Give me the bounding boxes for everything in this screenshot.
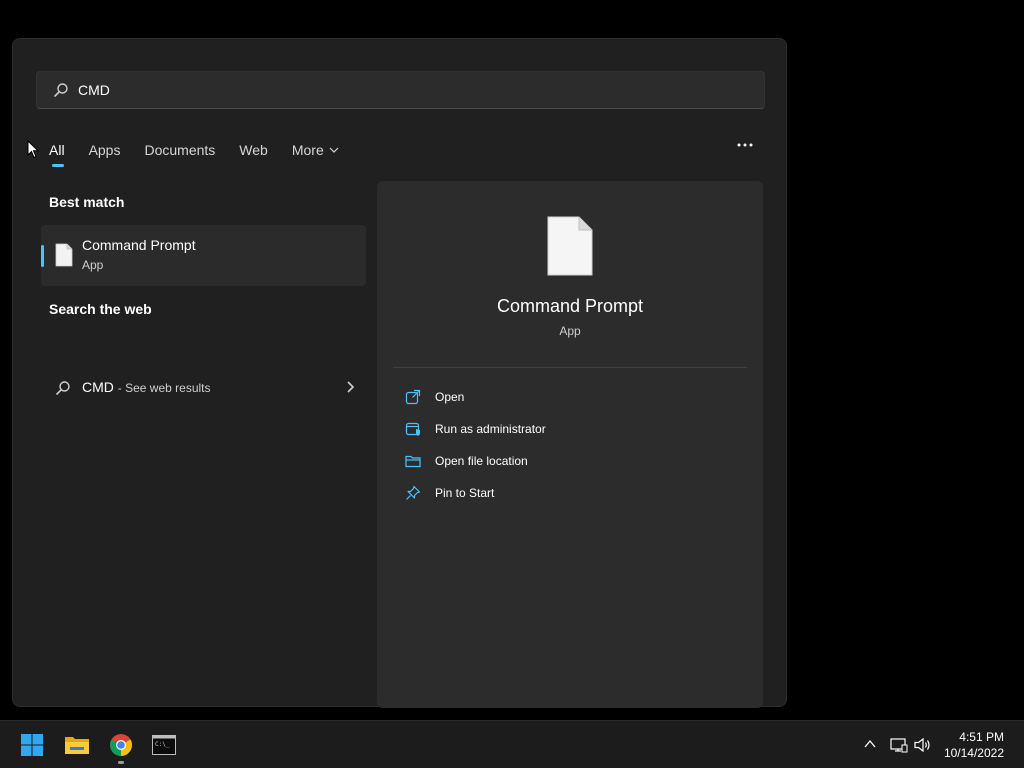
svg-text:C:\_: C:\_	[155, 741, 170, 748]
search-input[interactable]	[78, 82, 678, 98]
clock-time: 4:51 PM	[959, 730, 1004, 744]
search-box[interactable]	[36, 71, 765, 109]
file-icon	[547, 216, 593, 281]
network-icon[interactable]	[890, 737, 908, 753]
more-options-button[interactable]	[733, 135, 757, 155]
clock[interactable]: 4:51 PM 10/14/2022	[944, 729, 1004, 761]
tab-web[interactable]: Web	[239, 135, 268, 165]
file-icon	[55, 243, 73, 272]
action-run-as-administrator[interactable]: Run as administrator	[393, 413, 747, 445]
action-pin-to-start[interactable]: Pin to Start	[393, 477, 747, 509]
search-icon	[55, 380, 71, 396]
tab-all[interactable]: All	[49, 135, 65, 167]
clock-date: 10/14/2022	[943, 746, 1004, 760]
taskbar-file-explorer[interactable]	[61, 729, 93, 761]
detail-app-name: Command Prompt	[496, 296, 644, 316]
tab-apps[interactable]: Apps	[89, 135, 121, 165]
divider	[393, 367, 747, 368]
taskbar-chrome[interactable]	[105, 729, 137, 764]
windows-start-icon	[20, 733, 44, 757]
taskbar-command-prompt[interactable]: C:\_	[148, 729, 180, 761]
pin-icon	[404, 484, 422, 502]
chevron-up-icon[interactable]	[863, 737, 877, 751]
running-indicator	[118, 761, 124, 764]
chevron-down-icon	[329, 147, 339, 153]
detail-pane: Command Prompt App Open Run as administr…	[377, 181, 763, 708]
search-web-heading: Search the web	[49, 301, 152, 317]
mouse-cursor-icon	[27, 139, 40, 164]
volume-icon[interactable]	[914, 737, 932, 753]
result-title: Command Prompt	[82, 237, 196, 253]
action-open[interactable]: Open	[393, 381, 747, 413]
start-search-panel: All Apps Documents Web More Best match C…	[12, 38, 787, 708]
filter-tabs: All Apps Documents Web More	[49, 135, 363, 167]
web-query: CMD	[82, 379, 114, 395]
chevron-right-icon	[346, 381, 354, 393]
search-icon	[53, 82, 69, 98]
best-match-heading: Best match	[49, 194, 125, 210]
taskbar: C:\_ 4:51 PM 10/14/2022	[0, 720, 1024, 768]
tab-documents[interactable]: Documents	[144, 135, 215, 165]
folder-icon	[64, 734, 90, 756]
best-match-result[interactable]: Command Prompt App	[41, 225, 366, 286]
shield-admin-icon	[404, 420, 422, 438]
chrome-icon	[109, 733, 133, 757]
terminal-icon: C:\_	[152, 735, 176, 755]
folder-icon	[404, 452, 422, 470]
web-suffix: - See web results	[117, 381, 211, 395]
detail-app-type: App	[559, 324, 581, 338]
tab-more[interactable]: More	[292, 135, 339, 165]
taskbar-start-button[interactable]	[16, 729, 48, 761]
more-dots-icon	[737, 143, 753, 147]
action-open-file-location[interactable]: Open file location	[393, 445, 747, 477]
web-search-result[interactable]: CMD - See web results	[41, 369, 366, 405]
web-result-text: CMD - See web results	[82, 379, 211, 395]
selection-indicator	[41, 245, 44, 267]
open-external-icon	[404, 388, 422, 406]
result-type: App	[82, 258, 104, 272]
